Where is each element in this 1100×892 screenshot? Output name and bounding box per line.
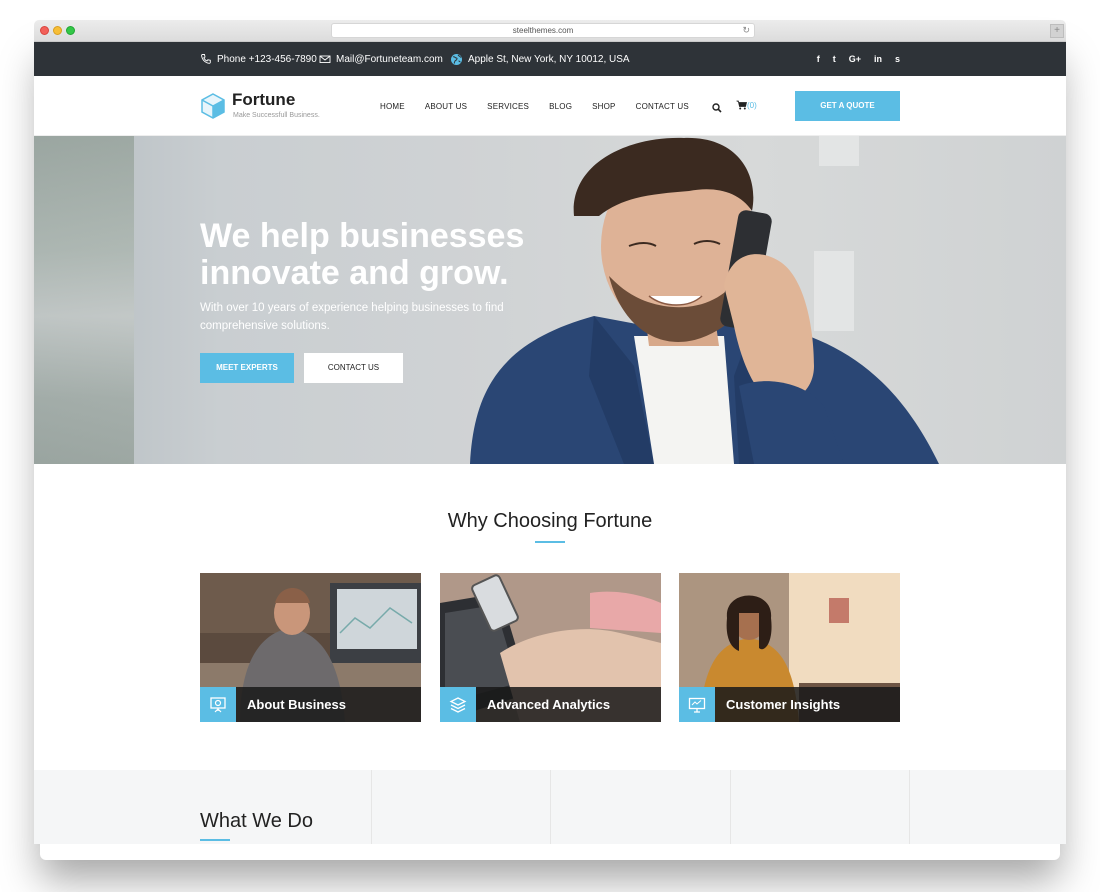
address-bar-url: steelthemes.com (512, 26, 574, 35)
google-plus-icon[interactable]: G+ (849, 54, 861, 64)
phone-info: Phone +123-456-7890 (200, 42, 317, 76)
feature-card-about-business[interactable]: About Business (200, 573, 421, 722)
mail-icon (319, 55, 331, 63)
close-window-button[interactable] (40, 26, 49, 35)
presentation-icon (200, 687, 236, 722)
facebook-icon[interactable]: f (817, 54, 820, 64)
logo-cube-icon[interactable] (200, 92, 226, 125)
twitter-icon[interactable]: t (833, 54, 836, 64)
column-divider (730, 770, 731, 844)
contact-us-button[interactable]: CONTACT US (304, 353, 403, 383)
cart-icon (736, 100, 747, 110)
card-label: About Business (247, 697, 346, 712)
skype-icon[interactable]: s (895, 54, 900, 64)
brand-name[interactable]: Fortune (232, 90, 295, 110)
brand-tagline: Make Successfull Business. (233, 112, 320, 119)
get-a-quote-button[interactable]: GET A QUOTE (795, 91, 900, 121)
card-label: Customer Insights (726, 697, 841, 712)
hero-title: We help businesses innovate and grow. (200, 218, 580, 292)
what-we-do-section: What We Do (34, 770, 1066, 844)
feature-card-advanced-analytics[interactable]: Advanced Analytics (440, 573, 661, 722)
search-icon[interactable] (712, 100, 722, 118)
title-underline (200, 839, 230, 841)
social-links: f t G+ in s (817, 42, 900, 76)
cart-button[interactable]: (0) (736, 100, 757, 110)
mail-info: Mail@Fortuneteam.com (319, 42, 443, 76)
hero-banner: We help businesses innovate and grow. Wi… (34, 136, 1066, 464)
hero-title-line-2: innovate and grow. (200, 254, 509, 292)
phone-icon (201, 54, 211, 64)
browser-toolbar: steelthemes.com ↻ + (34, 20, 1066, 42)
browser-window: steelthemes.com ↻ + Phone +123-456-7890 … (34, 20, 1066, 844)
zoom-window-button[interactable] (66, 26, 75, 35)
cart-count: (0) (747, 100, 757, 110)
nav-item-services[interactable]: SERVICES (487, 102, 529, 111)
hero-subtitle: With over 10 years of experience helping… (200, 302, 504, 332)
column-divider (909, 770, 910, 844)
mail-text[interactable]: Mail@Fortuneteam.com (336, 54, 443, 65)
new-tab-button[interactable]: + (1050, 24, 1064, 38)
top-info-bar: Phone +123-456-7890 Mail@Fortuneteam.com… (34, 42, 1066, 76)
nav-item-home[interactable]: HOME (380, 102, 405, 111)
nav-item-about-us[interactable]: ABOUT US (425, 102, 467, 111)
nav-item-contact-us[interactable]: CONTACT US (636, 102, 689, 111)
feature-card-customer-insights[interactable]: Customer Insights (679, 573, 900, 722)
nav-item-blog[interactable]: BLOG (549, 102, 572, 111)
why-section-title: Why Choosing Fortune (447, 510, 653, 532)
phone-text[interactable]: Phone +123-456-7890 (217, 54, 317, 65)
card-label: Advanced Analytics (487, 697, 611, 712)
meet-experts-button[interactable]: MEET EXPERTS (200, 353, 294, 383)
businessman-on-phone-image (470, 137, 939, 464)
address-bar[interactable]: steelthemes.com ↻ (331, 23, 755, 38)
nav-menu: HOME ABOUT US SERVICES BLOG SHOP CONTACT… (380, 76, 709, 136)
address-info: Apple St, New York, NY 10012, USA (450, 42, 630, 76)
address-text: Apple St, New York, NY 10012, USA (468, 53, 630, 65)
minimize-window-button[interactable] (53, 26, 62, 35)
linkedin-icon[interactable]: in (874, 54, 882, 64)
layers-icon (440, 687, 476, 722)
column-divider (550, 770, 551, 844)
hero-title-line-1: We help businesses (200, 217, 525, 255)
globe-icon (451, 53, 462, 65)
main-navigation: Fortune Make Successfull Business. HOME … (34, 76, 1066, 136)
nav-item-shop[interactable]: SHOP (592, 102, 615, 111)
title-underline (535, 541, 565, 543)
monitor-icon (679, 687, 715, 722)
reload-icon[interactable]: ↻ (742, 24, 750, 37)
what-we-do-title: What We Do (200, 810, 313, 832)
column-divider (371, 770, 372, 844)
